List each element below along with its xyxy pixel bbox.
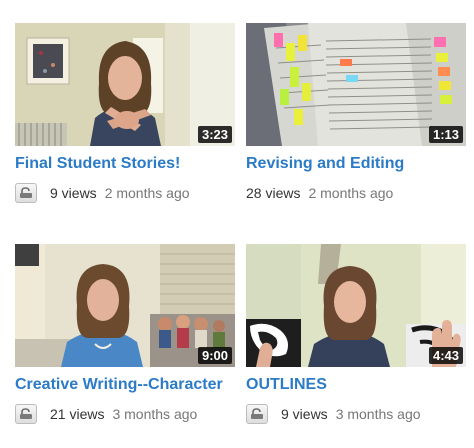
video-title-link[interactable]: Creative Writing--Character — [15, 376, 235, 394]
duration-badge: 4:43 — [428, 347, 463, 364]
video-meta: 28 views 2 months ago — [246, 182, 466, 204]
lock-icon[interactable] — [15, 183, 37, 203]
upload-age: 2 months ago — [308, 185, 394, 201]
lock-icon[interactable] — [246, 404, 268, 424]
duration-badge: 9:00 — [197, 347, 232, 364]
video-title-link[interactable]: OUTLINES — [246, 376, 466, 394]
video-grid: 3:23 Final Student Stories! 9 views 2 mo… — [0, 0, 474, 448]
view-count: 9 views — [50, 185, 97, 201]
upload-age: 2 months ago — [104, 185, 190, 201]
view-count: 21 views — [50, 406, 105, 422]
video-card: 1:13 Revising and Editing 28 views 2 mon… — [246, 23, 466, 204]
upload-age: 3 months ago — [335, 406, 421, 422]
duration-badge: 3:23 — [197, 126, 232, 143]
video-thumbnail[interactable]: 1:13 — [246, 23, 466, 146]
lock-icon[interactable] — [15, 404, 37, 424]
upload-age: 3 months ago — [112, 406, 198, 422]
video-card: 9:00 Creative Writing--Character 21 view… — [15, 244, 235, 425]
video-meta: 9 views 3 months ago — [246, 403, 466, 425]
video-title-link[interactable]: Revising and Editing — [246, 155, 466, 173]
video-thumbnail[interactable]: 3:23 — [15, 23, 235, 146]
video-thumbnail[interactable]: 9:00 — [15, 244, 235, 367]
duration-badge: 1:13 — [428, 126, 463, 143]
video-card: 4:43 OUTLINES 9 views 3 months ago — [246, 244, 466, 425]
view-count: 28 views — [246, 185, 301, 201]
video-title-link[interactable]: Final Student Stories! — [15, 155, 235, 173]
video-thumbnail[interactable]: 4:43 — [246, 244, 466, 367]
video-meta: 21 views 3 months ago — [15, 403, 235, 425]
view-count: 9 views — [281, 406, 328, 422]
video-meta: 9 views 2 months ago — [15, 182, 235, 204]
video-card: 3:23 Final Student Stories! 9 views 2 mo… — [15, 23, 235, 204]
